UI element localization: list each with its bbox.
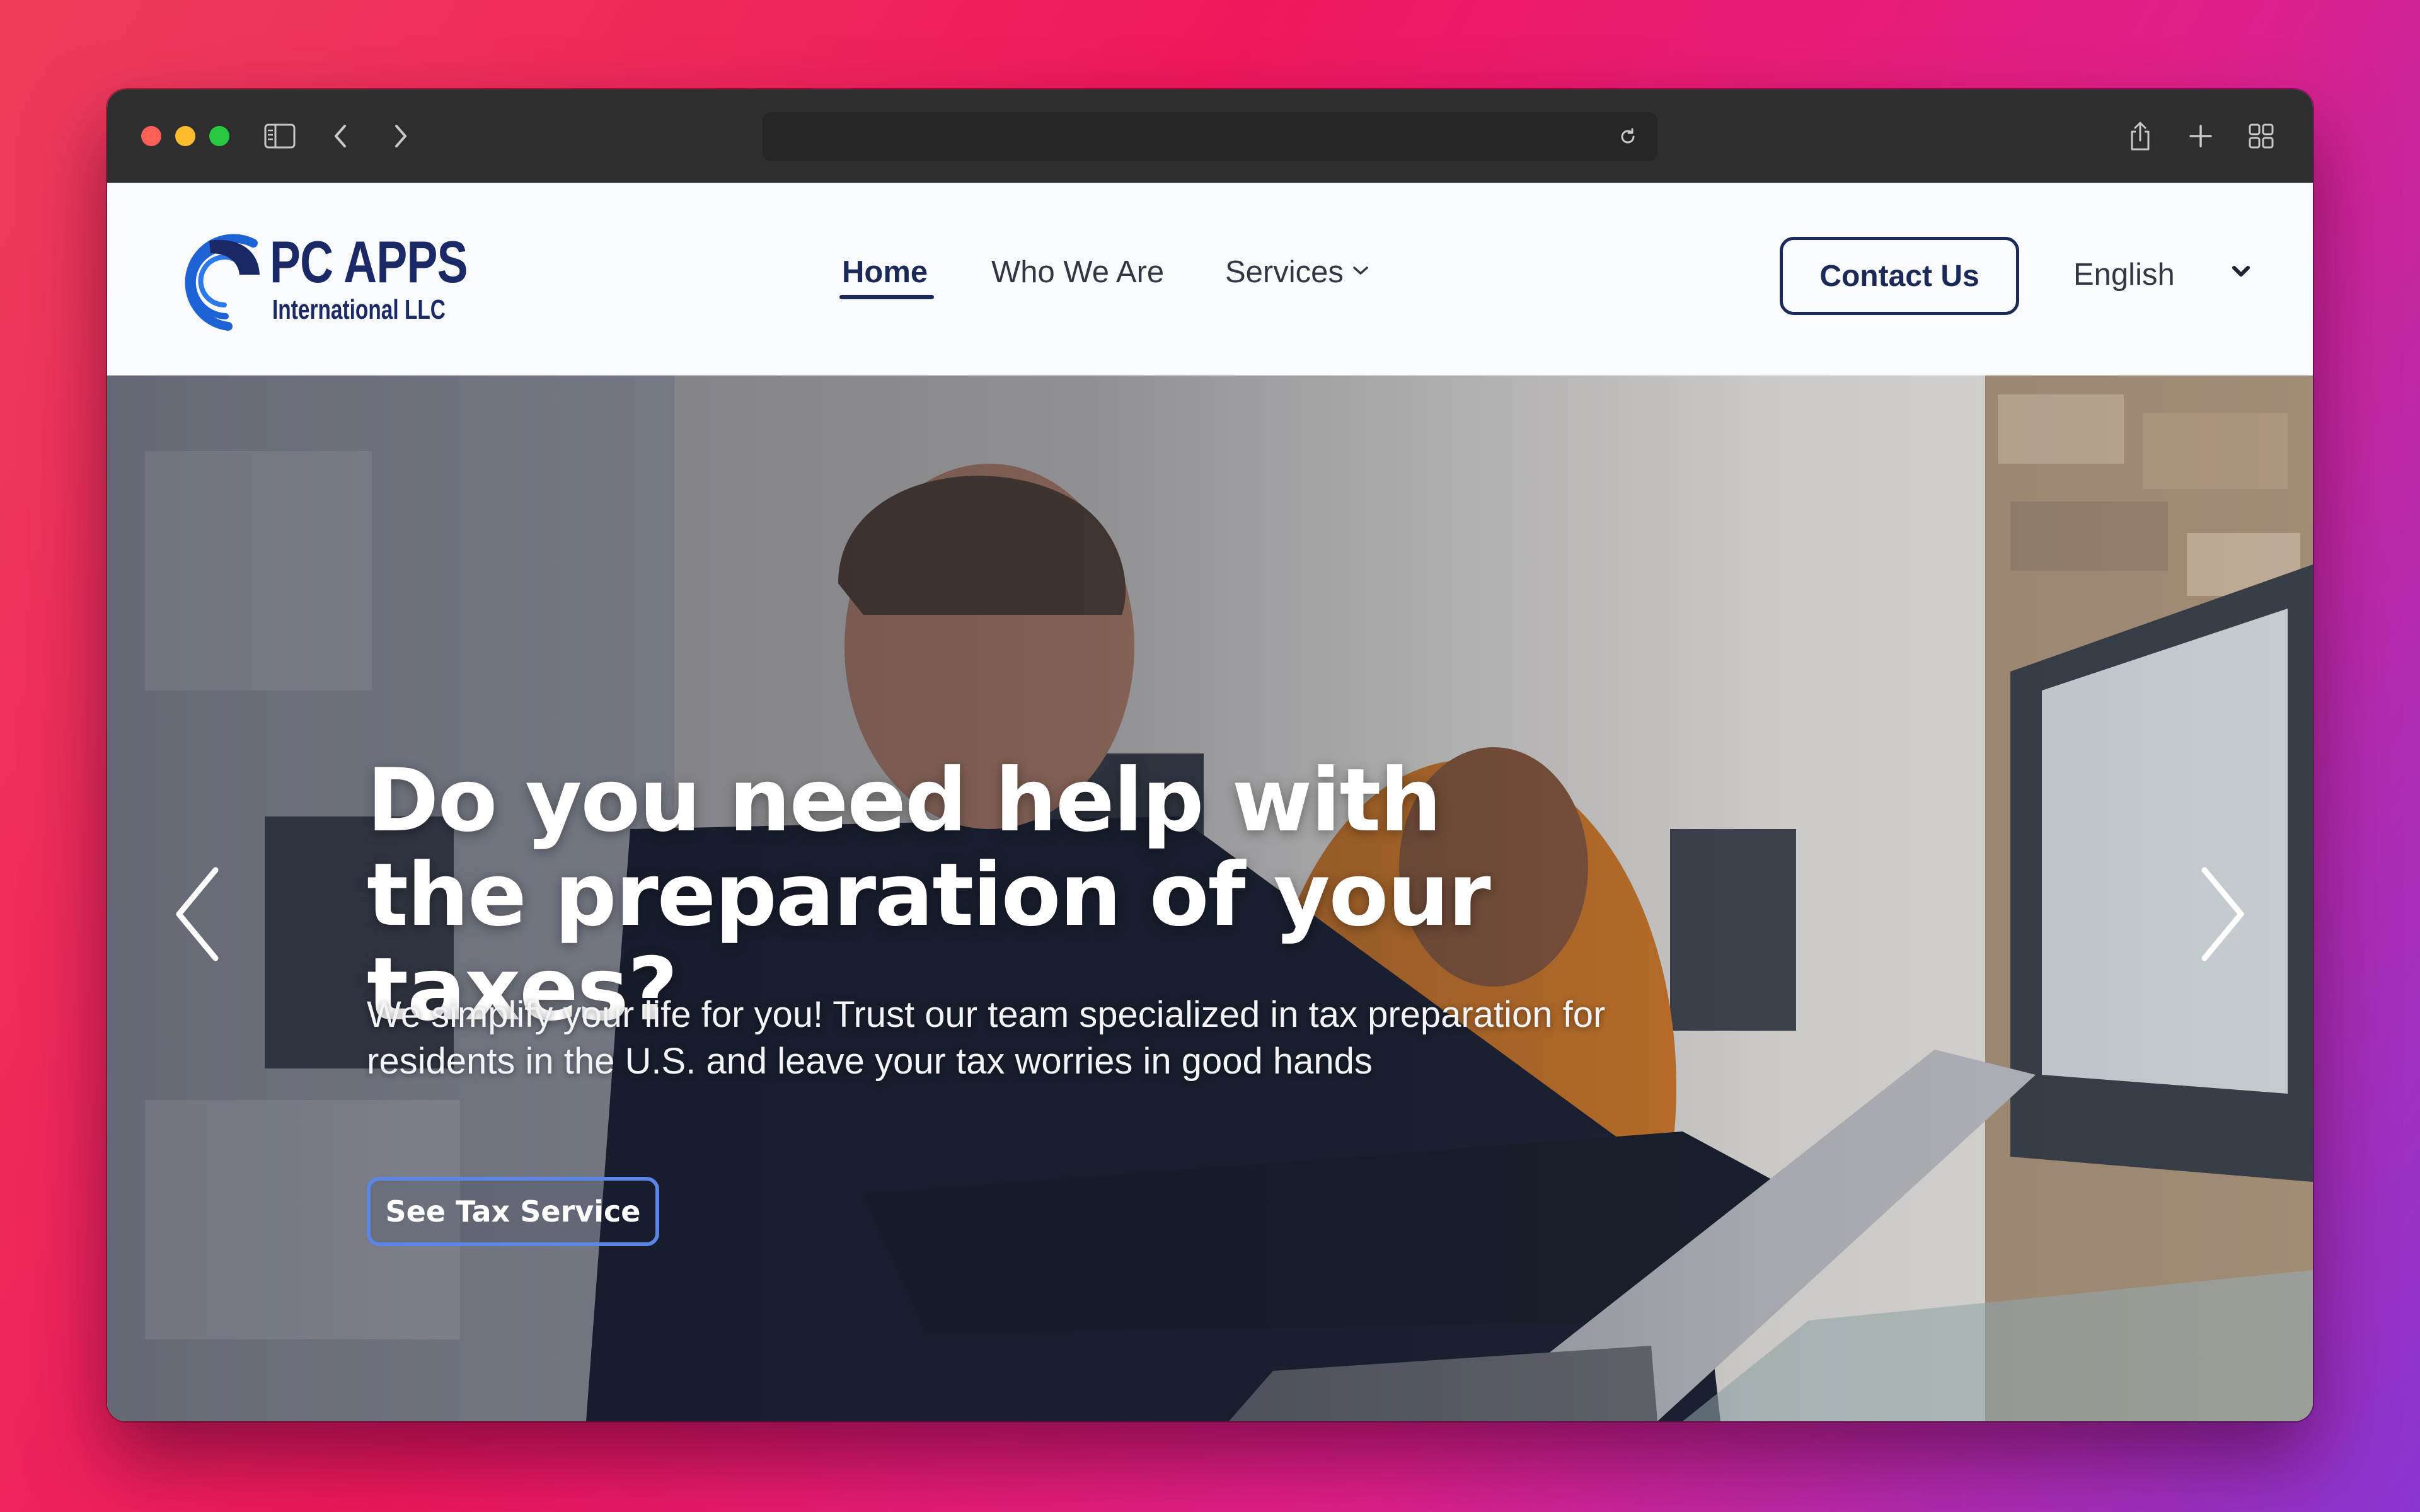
logo-swirl-icon bbox=[185, 234, 260, 331]
logo-subtitle: International LLC bbox=[272, 294, 446, 325]
browser-toolbar bbox=[107, 89, 2313, 183]
language-select[interactable]: English bbox=[2073, 247, 2256, 305]
chevron-down-icon bbox=[2231, 265, 2251, 282]
hero-carousel: Do you need help with the preparation of… bbox=[107, 375, 2313, 1421]
nav-who-we-are[interactable]: Who We Are bbox=[991, 253, 1164, 291]
carousel-next-arrow-icon[interactable] bbox=[2187, 861, 2256, 968]
close-window-button[interactable] bbox=[141, 126, 161, 146]
browser-window: PC APPS International LLC Home Who We Ar… bbox=[107, 89, 2313, 1421]
see-tax-service-button[interactable]: See Tax Service bbox=[367, 1177, 659, 1246]
new-tab-icon[interactable] bbox=[2182, 117, 2220, 155]
nav-home[interactable]: Home bbox=[842, 253, 928, 291]
sidebar-toggle-icon[interactable] bbox=[261, 117, 299, 155]
nav-home-underline bbox=[839, 295, 934, 299]
nav-services[interactable]: Services bbox=[1225, 253, 1344, 291]
logo[interactable]: PC APPS International LLC bbox=[165, 226, 468, 336]
carousel-prev-arrow-icon[interactable] bbox=[164, 861, 233, 968]
logo-title: PC APPS bbox=[270, 229, 468, 295]
zoom-window-button[interactable] bbox=[209, 126, 229, 146]
hero-description: We simplify your life for you! Trust our… bbox=[367, 994, 1606, 1082]
contact-us-button[interactable]: Contact Us bbox=[1780, 237, 2019, 315]
tab-overview-icon[interactable] bbox=[2242, 117, 2280, 155]
address-bar[interactable] bbox=[763, 112, 1657, 161]
forward-arrow-icon[interactable] bbox=[382, 117, 420, 155]
share-icon[interactable] bbox=[2121, 117, 2159, 155]
chevron-down-icon[interactable] bbox=[1351, 265, 1370, 280]
reload-icon[interactable] bbox=[1610, 118, 1646, 155]
minimize-window-button[interactable] bbox=[175, 126, 195, 146]
language-selected-value: English bbox=[2073, 258, 2175, 292]
back-arrow-icon[interactable] bbox=[321, 117, 359, 155]
